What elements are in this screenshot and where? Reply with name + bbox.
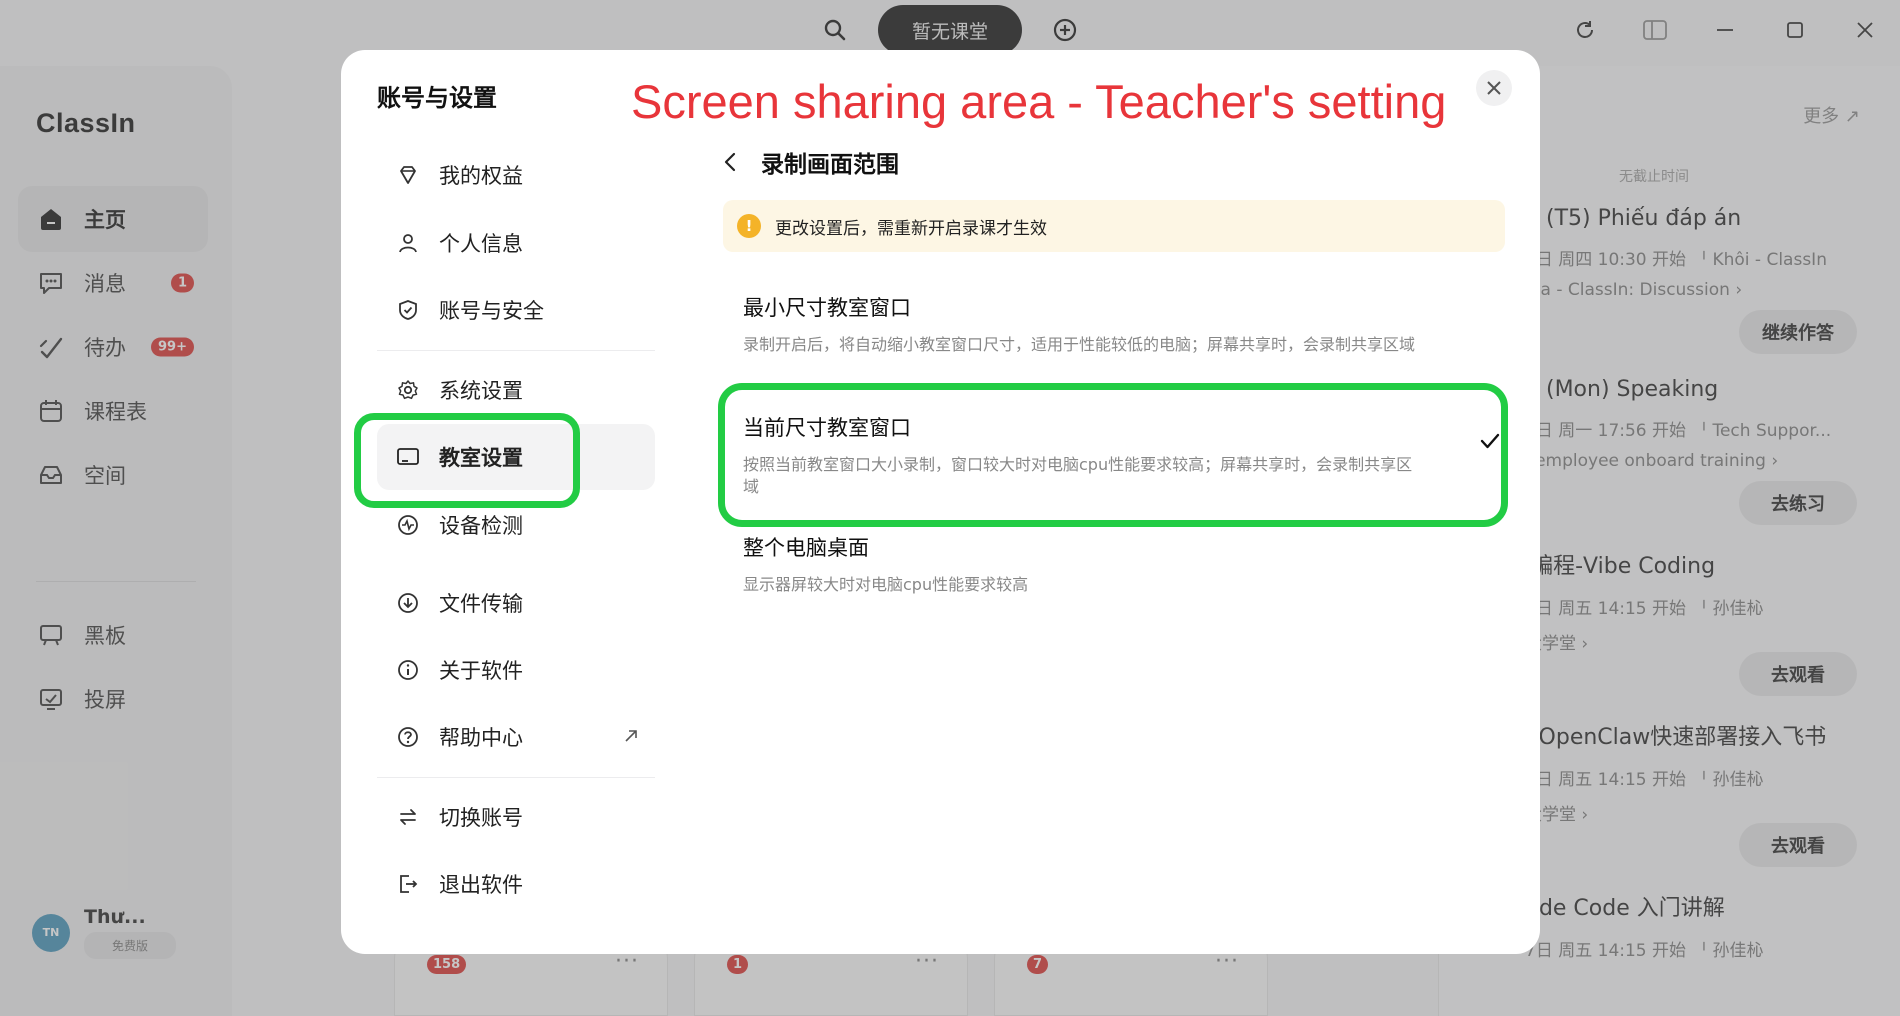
menu-item-label: 我的权益 [439,164,523,188]
menu-item-switch-account[interactable]: 切换账号 [377,784,655,850]
settings-content: 录制画面范围 ! 更改设置后，需重新开启录课才生效 [723,140,1505,252]
option-title: 最小尺寸教室窗口 [743,296,911,320]
menu-item-label: 切换账号 [439,806,523,830]
dialog-title: 账号与设置 [377,84,497,112]
menu-item-help-center[interactable]: 帮助中心 [377,704,655,770]
back-header: 录制画面范围 [723,140,1505,184]
logout-icon [395,871,421,897]
menu-item-label: 帮助中心 [439,726,523,750]
help-icon [395,724,421,750]
settings-dialog: 账号与设置 Screen sharing area - Teacher's se… [341,50,1540,954]
page-title: 录制画面范围 [761,152,899,178]
close-dialog-button[interactable] [1476,70,1512,106]
device-check-icon [395,512,421,538]
close-icon [1487,81,1501,95]
menu-item-label: 关于软件 [439,659,523,683]
menu-item-label: 设备检测 [439,514,523,538]
menu-item-label: 个人信息 [439,232,523,256]
annotation-caption: Screen sharing area - Teacher's setting [631,75,1447,128]
menu-item-security[interactable]: 账号与安全 [377,277,655,343]
download-icon [395,590,421,616]
option-minimum-window[interactable]: 最小尺寸教室窗口 录制开启后，将自动缩小教室窗口尺寸，适用于性能较低的电脑；屏幕… [743,292,1525,356]
info-icon [395,657,421,683]
menu-divider [377,350,655,351]
option-description: 显示器屏较大时对电脑cpu性能要求较高 [743,575,1029,594]
warning-icon: ! [737,214,761,238]
option-description: 录制开启后，将自动缩小教室窗口尺寸，适用于性能较低的电脑；屏幕共享时，会录制共享… [743,335,1416,354]
menu-item-about[interactable]: 关于软件 [377,637,655,703]
menu-item-label: 账号与安全 [439,299,544,323]
menu-divider [377,777,655,778]
menu-item-label: 退出软件 [439,873,523,897]
notice-banner: ! 更改设置后，需重新开启录课才生效 [723,200,1505,252]
external-link-icon [623,725,639,749]
notice-text: 更改设置后，需重新开启录课才生效 [775,218,1047,239]
menu-item-label: 系统设置 [439,379,523,403]
option-title: 整个电脑桌面 [743,536,869,560]
menu-item-profile[interactable]: 个人信息 [377,210,655,276]
menu-item-benefits[interactable]: 我的权益 [377,142,655,208]
shield-icon [395,297,421,323]
menu-item-label: 文件传输 [439,592,523,616]
menu-item-file-transfer[interactable]: 文件传输 [377,570,655,636]
option-entire-desktop[interactable]: 整个电脑桌面 显示器屏较大时对电脑cpu性能要求较高 [743,532,1525,596]
menu-item-exit[interactable]: 退出软件 [377,851,655,917]
chevron-left-icon[interactable] [723,147,753,177]
highlight-box-current-window [718,383,1508,527]
gear-icon [395,377,421,403]
diamond-icon [395,162,421,188]
person-icon [395,230,421,256]
switch-icon [395,804,421,830]
highlight-box-classroom-settings [354,413,580,508]
